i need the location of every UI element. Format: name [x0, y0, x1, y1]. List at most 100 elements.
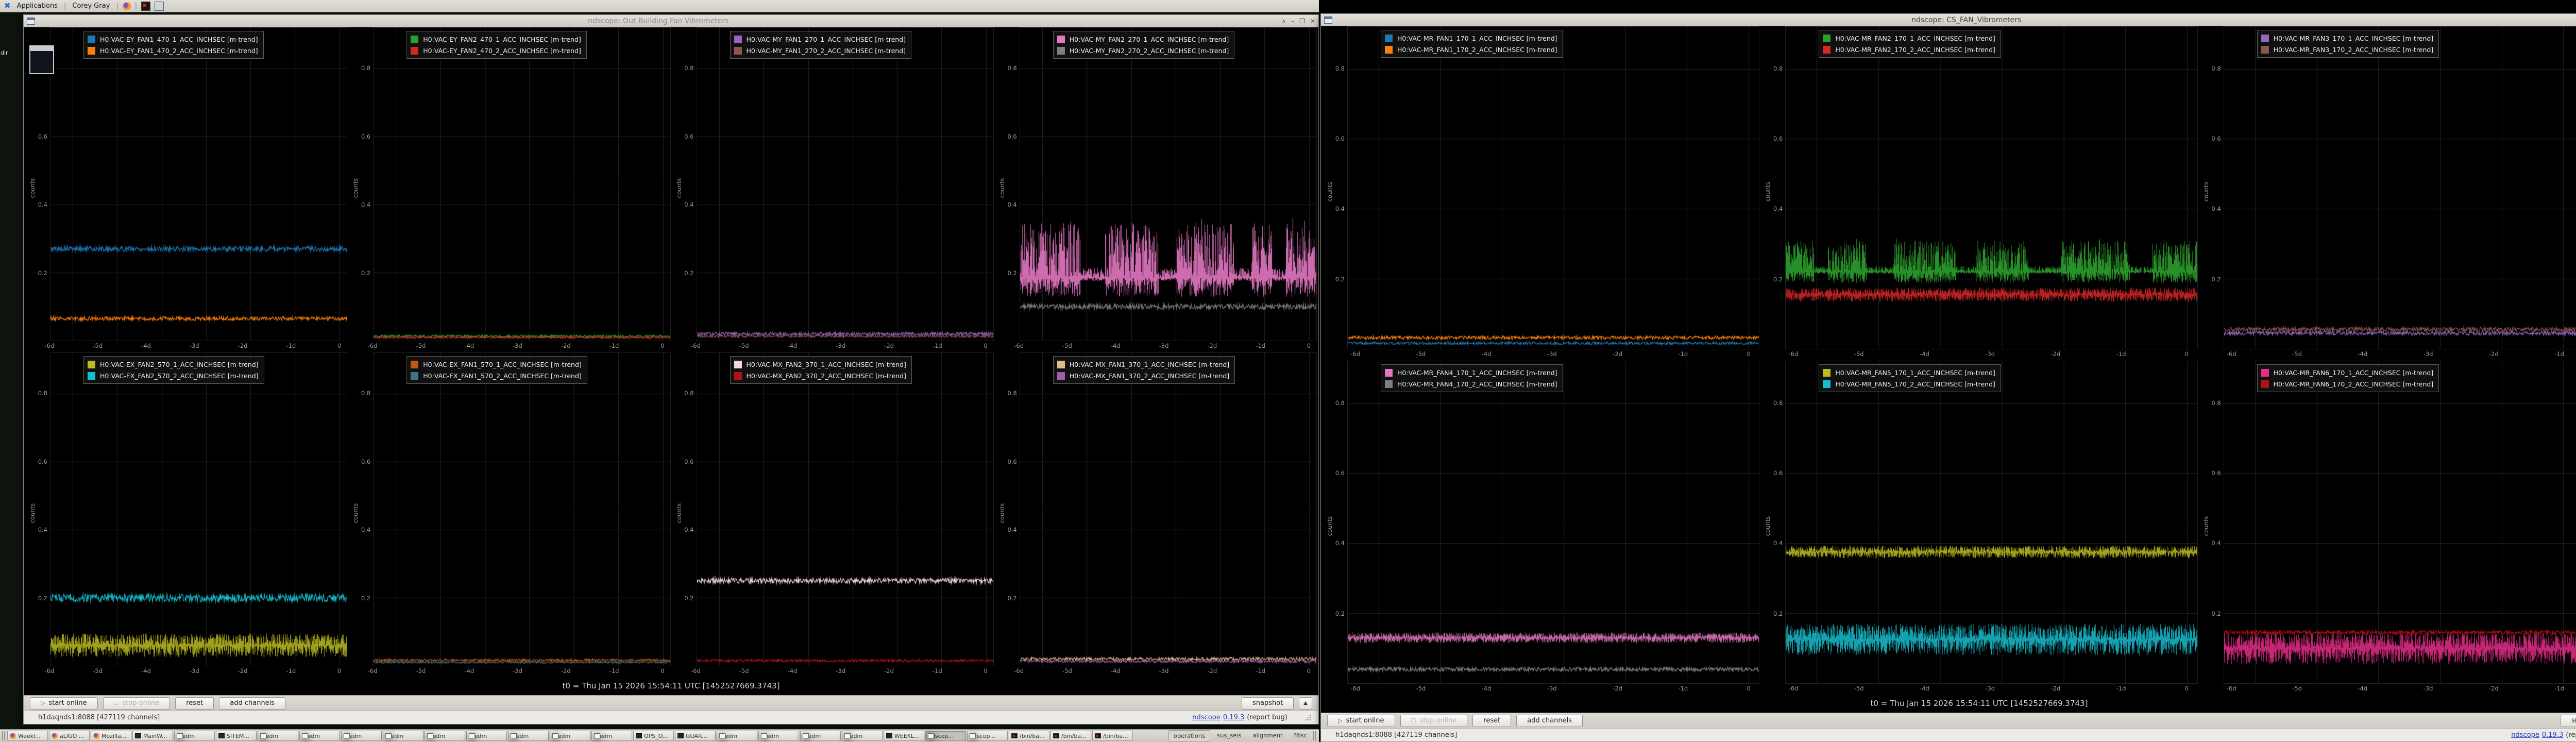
snapshot-button[interactable]: snapshot: [1242, 697, 1294, 710]
taskbar-item[interactable]: medm: [758, 731, 799, 741]
taskbar-item[interactable]: Weekl...: [7, 731, 48, 741]
menu-applications[interactable]: Applications: [15, 2, 60, 10]
legend-item[interactable]: H0:VAC-MY_FAN1_270_1_ACC_INCHSEC [m-tren…: [734, 33, 906, 45]
legend[interactable]: H0:VAC-MR_FAN4_170_1_ACC_INCHSEC [m-tren…: [1381, 364, 1563, 392]
plot-canvas[interactable]: [1020, 353, 1316, 666]
taskbar-item[interactable]: GUAR...: [675, 731, 716, 741]
reset-button[interactable]: reset: [175, 697, 214, 710]
close-icon[interactable]: ✕: [1310, 18, 1315, 24]
plot-canvas[interactable]: [50, 28, 347, 341]
legend-item[interactable]: H0:VAC-MR_FAN5_170_1_ACC_INCHSEC [m-tren…: [1823, 367, 1995, 378]
plot-canvas[interactable]: [50, 353, 347, 666]
taskbar-item[interactable]: ndscop...: [967, 731, 1008, 741]
taskbar-item[interactable]: Mozilla...: [91, 731, 131, 741]
legend-item[interactable]: H0:VAC-EX_FAN2_570_1_ACC_INCHSEC [m-tren…: [88, 359, 259, 370]
taskbar-item[interactable]: OPS_O...: [633, 731, 674, 741]
legend-item[interactable]: H0:VAC-MR_FAN2_170_2_ACC_INCHSEC [m-tren…: [1823, 44, 1995, 55]
report-bug-link[interactable]: (report bug): [2566, 731, 2576, 739]
start-online-button[interactable]: ▷start online: [1327, 715, 1395, 727]
plot-area[interactable]: H0:VAC-MR_FAN5_170_1_ACC_INCHSEC [m-tren…: [1785, 361, 2197, 684]
shade-icon[interactable]: ∧: [1281, 18, 1286, 24]
plot-area[interactable]: H0:VAC-EX_FAN2_570_1_ACC_INCHSEC [m-tren…: [50, 352, 347, 666]
plot-canvas[interactable]: [1786, 361, 2197, 683]
legend-item[interactable]: H0:VAC-MX_FAN1_370_1_ACC_INCHSEC [m-tren…: [1057, 359, 1229, 370]
taskbar-item[interactable]: aLIGO ...: [49, 731, 90, 741]
legend-item[interactable]: H0:VAC-MX_FAN2_370_2_ACC_INCHSEC [m-tren…: [734, 370, 906, 381]
plot-area[interactable]: H0:VAC-MR_FAN1_170_1_ACC_INCHSEC [m-tren…: [1347, 26, 1759, 349]
resize-grip[interactable]: [1305, 715, 1311, 721]
taskbar-item[interactable]: medm: [508, 731, 549, 741]
legend-item[interactable]: H0:VAC-MR_FAN6_170_2_ACC_INCHSEC [m-tren…: [2261, 378, 2434, 390]
taskbar-item[interactable]: medm: [717, 731, 757, 741]
legend[interactable]: H0:VAC-MX_FAN2_370_1_ACC_INCHSEC [m-tren…: [730, 356, 912, 384]
plot-canvas[interactable]: [1786, 27, 2197, 349]
legend[interactable]: H0:VAC-EX_FAN1_570_1_ACC_INCHSEC [m-tren…: [406, 356, 587, 384]
legend-item[interactable]: H0:VAC-MR_FAN3_170_1_ACC_INCHSEC [m-tren…: [2261, 32, 2434, 44]
plot-area[interactable]: H0:VAC-MY_FAN2_270_1_ACC_INCHSEC [m-tren…: [1020, 27, 1317, 341]
firefox-icon[interactable]: [123, 2, 131, 10]
xfce-logo-icon[interactable]: ✖: [4, 2, 11, 10]
legend-item[interactable]: H0:VAC-MR_FAN5_170_2_ACC_INCHSEC [m-tren…: [1823, 378, 1995, 390]
start-online-button[interactable]: ▷start online: [30, 697, 98, 710]
taskbar-item[interactable]: medm: [550, 731, 590, 741]
minimize-icon[interactable]: –: [1291, 18, 1294, 24]
add-channels-button[interactable]: add channels: [1516, 715, 1583, 727]
report-bug-link[interactable]: (report bug): [1247, 714, 1287, 721]
file-manager-icon[interactable]: [155, 2, 164, 11]
legend[interactable]: H0:VAC-MY_FAN2_270_1_ACC_INCHSEC [m-tren…: [1053, 31, 1235, 59]
title-bar[interactable]: ndscope: CS_FAN_Vibrometers ∧ – ❒ ✕: [1321, 14, 2576, 26]
taskbar-item[interactable]: WEEKL...: [884, 731, 924, 741]
taskbar-item[interactable]: medm: [425, 731, 465, 741]
workspace-Misc[interactable]: Misc: [1290, 730, 1312, 740]
legend-item[interactable]: H0:VAC-MR_FAN4_170_2_ACC_INCHSEC [m-tren…: [1385, 378, 1557, 390]
add-channels-button[interactable]: add channels: [219, 697, 285, 710]
taskbar-item[interactable]: medm: [383, 731, 423, 741]
plot-area[interactable]: H0:VAC-MX_FAN1_370_1_ACC_INCHSEC [m-tren…: [1020, 352, 1317, 666]
taskbar-item[interactable]: medm: [842, 731, 883, 741]
legend[interactable]: H0:VAC-MR_FAN1_170_1_ACC_INCHSEC [m-tren…: [1381, 30, 1563, 58]
legend-item[interactable]: H0:VAC-MX_FAN1_370_2_ACC_INCHSEC [m-tren…: [1057, 370, 1229, 381]
plot-canvas[interactable]: [2224, 27, 2576, 349]
menu-user[interactable]: Corey Gray: [70, 2, 112, 10]
reset-button[interactable]: reset: [1472, 715, 1511, 727]
legend[interactable]: H0:VAC-EY_FAN2_470_1_ACC_INCHSEC [m-tren…: [406, 31, 587, 59]
taskbar-item[interactable]: medm: [591, 731, 632, 741]
legend[interactable]: H0:VAC-MR_FAN3_170_1_ACC_INCHSEC [m-tren…: [2257, 30, 2439, 58]
legend-item[interactable]: H0:VAC-MY_FAN1_270_2_ACC_INCHSEC [m-tren…: [734, 45, 906, 56]
legend-item[interactable]: H0:VAC-EY_FAN2_470_1_ACC_INCHSEC [m-tren…: [411, 33, 581, 45]
plot-canvas[interactable]: [1348, 27, 1759, 349]
legend[interactable]: H0:VAC-EX_FAN2_570_1_ACC_INCHSEC [m-tren…: [83, 356, 264, 384]
legend[interactable]: H0:VAC-MR_FAN5_170_1_ACC_INCHSEC [m-tren…: [1819, 364, 2001, 392]
taskbar-item[interactable]: medm: [258, 731, 298, 741]
plot-canvas[interactable]: [1348, 361, 1759, 683]
plot-area[interactable]: H0:VAC-EX_FAN1_570_1_ACC_INCHSEC [m-tren…: [373, 352, 670, 666]
taskbar-item[interactable]: medm: [800, 731, 841, 741]
taskbar-item[interactable]: ndscop...: [925, 731, 966, 741]
legend-item[interactable]: H0:VAC-EY_FAN1_470_1_ACC_INCHSEC [m-tren…: [88, 33, 258, 45]
stop-online-button[interactable]: ☐stop online: [103, 697, 171, 710]
legend-item[interactable]: H0:VAC-EY_FAN2_470_2_ACC_INCHSEC [m-tren…: [411, 45, 581, 56]
plot-area[interactable]: H0:VAC-MY_FAN1_270_1_ACC_INCHSEC [m-tren…: [697, 27, 994, 341]
legend-item[interactable]: H0:VAC-EX_FAN2_570_2_ACC_INCHSEC [m-tren…: [88, 370, 259, 381]
title-bar[interactable]: ndscope: Out Building Fan Vibrometers ∧ …: [24, 15, 1318, 27]
plot-area[interactable]: H0:VAC-EY_FAN2_470_1_ACC_INCHSEC [m-tren…: [373, 27, 670, 341]
plot-area[interactable]: H0:VAC-MR_FAN4_170_1_ACC_INCHSEC [m-tren…: [1347, 361, 1759, 684]
plot-area[interactable]: H0:VAC-MR_FAN6_170_1_ACC_INCHSEC [m-tren…: [2224, 361, 2576, 684]
taskbar-item[interactable]: /bin/ba...: [1009, 731, 1049, 741]
collapse-arrow-button[interactable]: ▲: [1299, 697, 1312, 710]
taskbar-handle[interactable]: [1313, 731, 1317, 740]
taskbar-item[interactable]: SITEM...: [216, 731, 257, 741]
workspace-sus_seis[interactable]: sus_seis: [1212, 730, 1246, 740]
legend-item[interactable]: H0:VAC-MR_FAN6_170_1_ACC_INCHSEC [m-tren…: [2261, 367, 2434, 378]
legend-item[interactable]: H0:VAC-EX_FAN1_570_1_ACC_INCHSEC [m-tren…: [411, 359, 582, 370]
plot-canvas[interactable]: [697, 28, 993, 341]
legend[interactable]: H0:VAC-MY_FAN1_270_1_ACC_INCHSEC [m-tren…: [730, 31, 912, 59]
legend-item[interactable]: H0:VAC-MY_FAN2_270_1_ACC_INCHSEC [m-tren…: [1057, 33, 1229, 45]
ndscope-link[interactable]: ndscope: [2511, 731, 2539, 739]
snapshot-button[interactable]: snapshot: [2561, 715, 2576, 727]
version-link[interactable]: 0.19.3: [1223, 714, 1244, 721]
taskbar-item[interactable]: medm: [299, 731, 340, 741]
plot-canvas[interactable]: [374, 28, 670, 341]
stop-online-button[interactable]: ☐stop online: [1400, 715, 1468, 727]
terminal-icon[interactable]: [141, 2, 150, 11]
